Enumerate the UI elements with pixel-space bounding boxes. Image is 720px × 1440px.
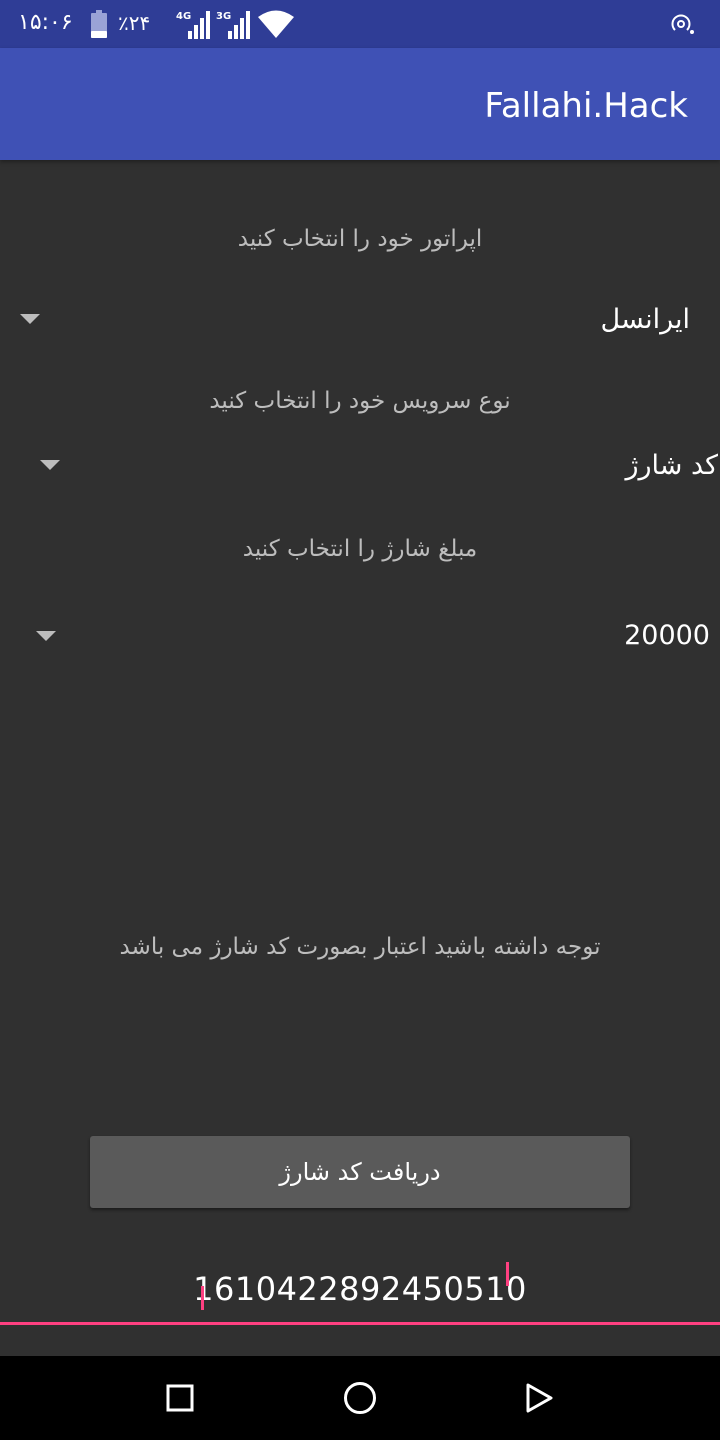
dropdown-arrow-icon bbox=[40, 460, 60, 470]
battery-percent: ٪۲۴ bbox=[118, 11, 151, 35]
status-time: ۱۵:۰۶ bbox=[18, 10, 73, 35]
field-underline bbox=[0, 1322, 720, 1325]
app-title: Fallahi.Hack bbox=[484, 86, 688, 126]
charge-code-text[interactable]: 1610422892450510 bbox=[0, 1270, 720, 1308]
battery-icon bbox=[91, 10, 107, 38]
network-label-1: 4G bbox=[176, 11, 191, 22]
status-bar: ۱۵:۰۶ ٪۲۴ 4G 3G bbox=[0, 0, 720, 48]
dropdown-arrow-icon bbox=[36, 631, 56, 641]
service-selected: کد شارژ bbox=[625, 450, 718, 481]
get-charge-code-button[interactable]: دریافت کد شارژ bbox=[90, 1136, 630, 1208]
amount-label: مبلغ شارژ را انتخاب کنید bbox=[242, 536, 478, 562]
selection-handle-right[interactable] bbox=[506, 1262, 509, 1286]
operator-label: اپراتور خود را انتخاب کنید bbox=[237, 226, 483, 252]
signal-icon: 4G bbox=[176, 11, 210, 39]
home-icon[interactable] bbox=[343, 1381, 377, 1415]
notice-text: توجه داشته باشید اعتبار بصورت کد شارژ می… bbox=[119, 934, 601, 960]
charge-code-field[interactable]: 1610422892450510 bbox=[0, 1258, 720, 1328]
signal-icon: 3G bbox=[216, 11, 250, 39]
network-label-2: 3G bbox=[216, 11, 231, 22]
amount-selected: 20000 bbox=[624, 620, 710, 651]
back-icon[interactable] bbox=[523, 1382, 555, 1414]
dropdown-arrow-icon bbox=[20, 314, 40, 324]
wifi-icon bbox=[258, 10, 294, 38]
service-label: نوع سرویس خود را انتخاب کنید bbox=[209, 388, 511, 414]
hotspot-icon bbox=[671, 14, 694, 34]
app-bar: Fallahi.Hack bbox=[0, 48, 720, 160]
navigation-bar bbox=[0, 1356, 720, 1440]
selection-handle-left[interactable] bbox=[201, 1286, 204, 1310]
operator-selected: ایرانسل bbox=[600, 304, 690, 335]
recents-icon[interactable] bbox=[166, 1384, 194, 1412]
